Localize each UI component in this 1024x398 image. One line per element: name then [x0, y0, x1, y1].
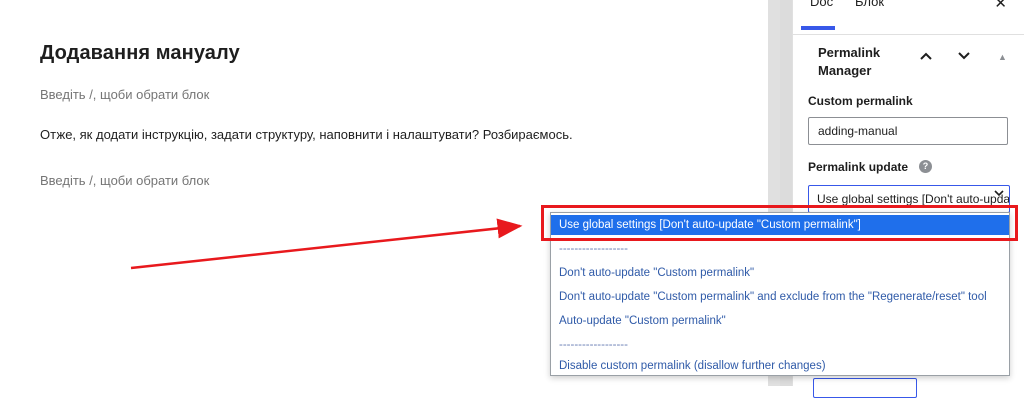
option-dont-auto-update[interactable]: Don't auto-update "Custom permalink"	[551, 263, 1009, 283]
panel-toggle-icon[interactable]: ▲	[998, 52, 1007, 62]
sidebar-tabs: Doc Блок ✕	[793, 0, 1024, 35]
annotation-highlight-box	[541, 205, 1018, 241]
option-disable-custom-permalink[interactable]: Disable custom permalink (disallow furth…	[551, 356, 1009, 376]
tab-block[interactable]: Блок	[855, 0, 884, 9]
active-tab-indicator	[801, 26, 835, 30]
block-placeholder[interactable]: Введіть /, щоби обрати блок	[40, 87, 209, 102]
custom-permalink-input[interactable]: adding-manual	[808, 117, 1008, 145]
post-title[interactable]: Додавання мануалу	[40, 42, 240, 65]
chevron-down-icon[interactable]	[994, 189, 1004, 200]
help-icon[interactable]: ?	[919, 160, 932, 173]
tabs-divider	[793, 34, 1024, 35]
paragraph-block[interactable]: Отже, як додати інструкцію, задати струк…	[40, 127, 573, 142]
permalink-update-label: Permalink update	[808, 160, 909, 174]
block-placeholder[interactable]: Введіть /, щоби обрати блок	[40, 173, 209, 188]
option-separator: ------------------	[559, 243, 628, 255]
sidebar-button[interactable]	[813, 378, 917, 398]
close-icon[interactable]: ✕	[994, 0, 1007, 12]
panel-title[interactable]: Permalink Manager	[818, 44, 908, 80]
option-dont-auto-update-exclude[interactable]: Don't auto-update "Custom permalink" and…	[551, 287, 1009, 307]
option-separator: ------------------	[559, 339, 628, 351]
chevron-up-icon[interactable]	[919, 48, 933, 64]
option-auto-update[interactable]: Auto-update "Custom permalink"	[551, 311, 1009, 331]
custom-permalink-label: Custom permalink	[808, 94, 913, 108]
tab-doc[interactable]: Doc	[810, 0, 833, 9]
chevron-down-icon[interactable]	[957, 48, 971, 64]
